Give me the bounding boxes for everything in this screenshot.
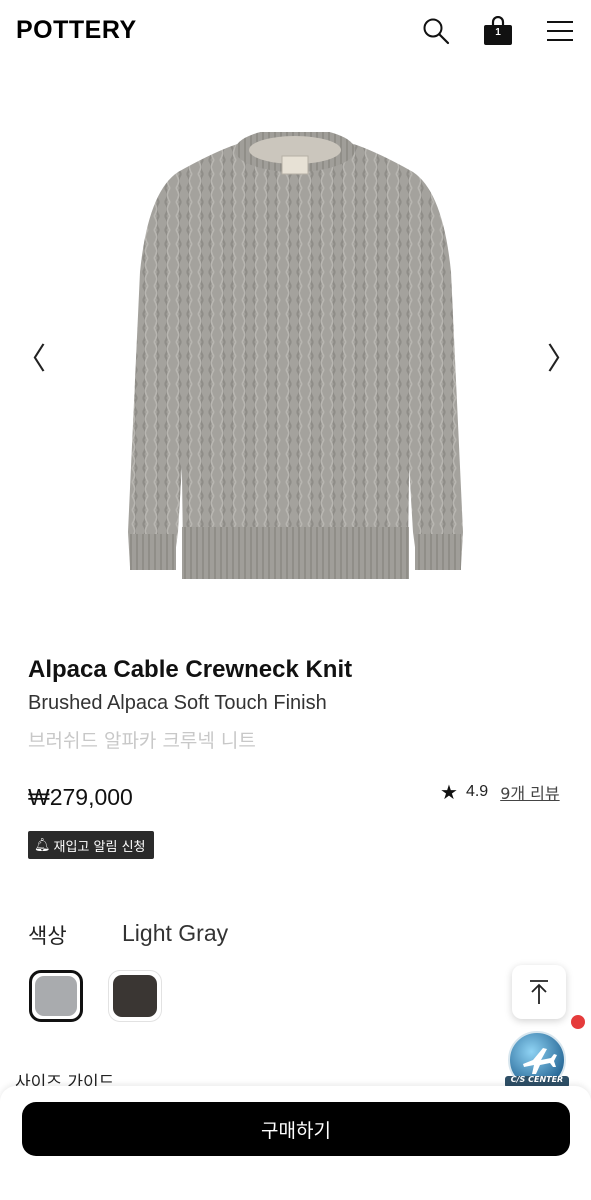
search-button[interactable] (419, 14, 453, 48)
selected-color-value: Light Gray (122, 920, 229, 946)
swatch-fill (35, 976, 77, 1016)
rating-score: 4.9 (465, 783, 489, 800)
restock-alert-label: 재입고 알림 신청 (53, 839, 146, 855)
notification-dot (571, 1015, 585, 1029)
color-option-label: 색상 (28, 924, 67, 948)
product-name: Alpaca Cable Crewneck Knit (28, 656, 353, 683)
carousel-next-button[interactable]: 〉 (547, 340, 577, 380)
product-rating: ★ 4.9 9개 리뷰 (440, 780, 560, 804)
product-price: ₩279,000 (28, 784, 133, 810)
product-korean-name: 브러쉬드 알파카 크루넥 니트 (28, 730, 256, 752)
cart-button[interactable]: 1 (481, 14, 515, 48)
brand-logo[interactable]: POTTERY (16, 16, 137, 45)
search-icon (423, 18, 450, 45)
buy-button[interactable]: 구매하기 (22, 1102, 570, 1156)
product-image-carousel[interactable]: 〈 〉 (0, 96, 591, 620)
cart-count: 1 (495, 27, 501, 38)
bell-icon: 🔔︎ (34, 837, 51, 853)
swatch-fill (113, 975, 157, 1017)
star-icon: ★ (440, 780, 458, 804)
hamburger-menu-icon (547, 21, 573, 41)
product-image (128, 132, 463, 579)
color-swatch-charcoal[interactable] (108, 970, 162, 1022)
review-count-link[interactable]: 9개 리뷰 (500, 780, 559, 804)
scroll-to-top-button[interactable] (512, 965, 566, 1019)
product-subtitle: Brushed Alpaca Soft Touch Finish (28, 692, 327, 714)
restock-alert-button[interactable]: 🔔︎ 재입고 알림 신청 (28, 831, 154, 859)
cs-center-button[interactable]: C/S CENTER (503, 1030, 571, 1092)
menu-button[interactable] (543, 14, 577, 48)
arrow-up-to-top-icon (530, 980, 548, 1004)
cs-center-label: C/S CENTER (510, 1075, 564, 1084)
carousel-prev-button[interactable]: 〈 (16, 340, 46, 380)
color-swatch-light-gray[interactable] (29, 970, 83, 1022)
bottom-purchase-bar: 구매하기 (0, 1086, 591, 1200)
top-header: POTTERY 1 (0, 0, 591, 64)
